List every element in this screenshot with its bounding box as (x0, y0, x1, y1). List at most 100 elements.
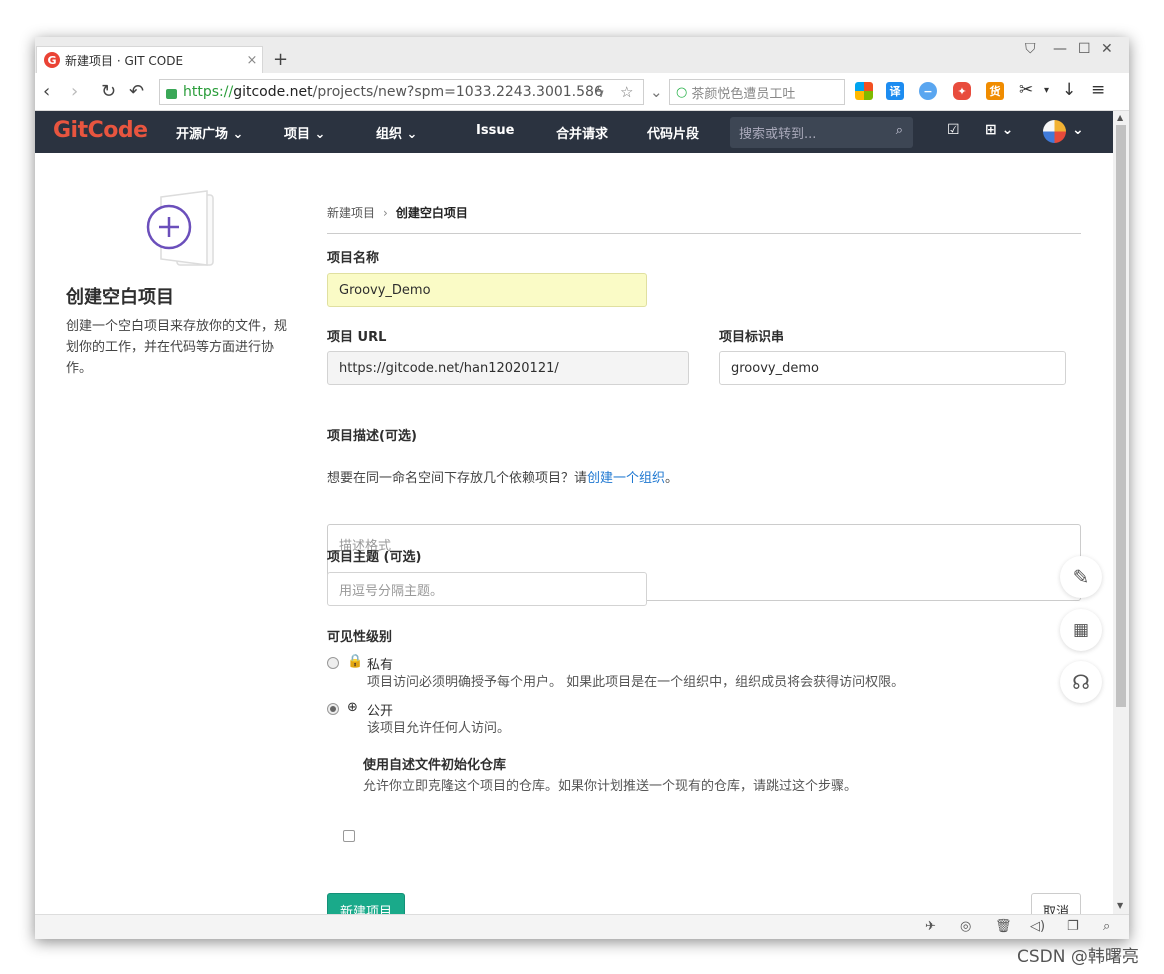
gitcode-favicon-icon: G (44, 52, 60, 68)
trash-icon[interactable]: 🗑 (995, 919, 1012, 934)
nav-merge-requests[interactable]: 合并请求 (556, 123, 608, 142)
address-bar: ‹ › ↻ ↶ https://gitcode.net/projects/new… (35, 73, 1129, 111)
private-radio[interactable] (327, 657, 339, 669)
sidebar-description: 创建一个空白项目来存放你的文件，规划你的工作，并在代码等方面进行协作。 (66, 319, 288, 376)
nav-explore[interactable]: 开源广场 ⌄ (176, 123, 243, 142)
download-icon[interactable]: ↓ (1062, 80, 1076, 100)
todo-icon[interactable]: ☑ (947, 122, 960, 138)
description-label: 项目描述(可选) (327, 429, 417, 444)
project-name-input[interactable]: Groovy_Demo (327, 273, 647, 307)
adblock-icon[interactable]: − (919, 82, 937, 100)
namespace-help: 想要在同一命名空间下存放几个依赖项目？请创建一个组织。 (327, 467, 678, 486)
secure-lock-icon (166, 89, 177, 99)
apps-grid-icon[interactable] (855, 82, 873, 100)
tab-close-icon[interactable]: × (242, 53, 262, 68)
project-name-label: 项目名称 (327, 251, 380, 266)
project-url-input[interactable]: https://gitcode.net/han12020121/ (327, 351, 689, 385)
qrcode-icon[interactable]: ▦ (1060, 609, 1102, 651)
namespace-help-suffix: 。 (665, 471, 679, 486)
public-radio[interactable] (327, 703, 339, 715)
project-slug-label: 项目标识串 (719, 330, 785, 345)
browser-window: G 新建项目 · GIT CODE × + ⛉ — ☐ ✕ ‹ › ↻ ↶ ht… (35, 37, 1129, 939)
lock-icon: 🔒 (347, 654, 364, 669)
speed-icon[interactable]: ◎ (960, 919, 971, 934)
goods-icon[interactable]: 货 (986, 82, 1004, 100)
avatar-chevron-icon[interactable]: ⌄ (1072, 122, 1084, 138)
url-field[interactable]: https://gitcode.net/projects/new?spm=103… (159, 79, 644, 105)
watermark: CSDN @韩曙亮 (1017, 947, 1139, 967)
globe-icon: ⊕ (347, 700, 358, 715)
pin-icon[interactable]: ✈ (925, 919, 936, 934)
zoom-icon[interactable]: ⌕ (1103, 919, 1110, 934)
nav-snippets[interactable]: 代码片段 (647, 123, 699, 142)
translate-icon[interactable]: 译 (886, 82, 904, 100)
skin-icon[interactable]: ⛉ (1025, 41, 1036, 57)
divider (327, 233, 1081, 234)
nav-projects[interactable]: 项目 ⌄ (284, 123, 325, 142)
url-path: /projects/new?spm=1033.2243.3001.586 (312, 84, 603, 100)
create-group-link[interactable]: 创建一个组织 (587, 471, 665, 486)
status-bar: ✈ ◎ 🗑 ◁) ❐ ⌕ (35, 914, 1129, 939)
nav-groups[interactable]: 组织 ⌄ (376, 123, 417, 142)
visibility-label: 可见性级别 (327, 630, 393, 645)
tab-strip: G 新建项目 · GIT CODE × + ⛉ — ☐ ✕ (35, 37, 1129, 73)
readme-label[interactable]: 使用自述文件初始化仓库 (363, 754, 506, 773)
tab-title: 新建项目 · GIT CODE (65, 53, 184, 68)
sidebar-title: 创建空白项目 (66, 287, 174, 308)
nav-search-placeholder: 搜索或转到... (739, 127, 817, 142)
search-placeholder: 茶颜悦色遭员工吐 (691, 86, 796, 102)
url-scheme: https:// (183, 84, 234, 100)
readme-checkbox[interactable] (343, 830, 355, 842)
cut-icon[interactable]: ✂ (1019, 80, 1033, 100)
private-description: 项目访问必须明确授予每个用户。 如果此项目是在一个组织中，组织成员将会获得访问权… (367, 675, 905, 690)
breadcrumb-parent[interactable]: 新建项目 (327, 206, 375, 220)
search-icon: ⌕ (895, 123, 903, 138)
scroll-down-icon[interactable]: ▼ (1117, 901, 1123, 910)
undo-close-icon[interactable]: ↶ (129, 81, 144, 102)
reload-icon[interactable]: ↻ (101, 81, 116, 102)
page-scrollbar[interactable]: ▲ ▼ (1113, 111, 1129, 914)
top-navigation: GitCode 开源广场 ⌄ 项目 ⌄ 组织 ⌄ Issue 合并请求 代码片段… (35, 111, 1113, 153)
feedback-icon[interactable]: ✎ (1060, 556, 1102, 598)
breadcrumb: 新建项目 › 创建空白项目 (327, 204, 468, 221)
new-menu-plus-icon[interactable]: ⊞ ⌄ (985, 122, 1013, 138)
project-slug-input[interactable]: groovy_demo (719, 351, 1066, 385)
url-host: gitcode.net (233, 84, 313, 100)
namespace-help-text: 想要在同一命名空间下存放几个依赖项目？请 (327, 471, 588, 486)
scroll-up-icon[interactable]: ▲ (1117, 113, 1123, 122)
avatar[interactable] (1043, 120, 1066, 143)
gitcode-logo[interactable]: GitCode (53, 118, 148, 143)
cut-menu-chevron-icon[interactable]: ▾ (1044, 85, 1049, 96)
maximize-icon[interactable]: ☐ (1078, 41, 1091, 57)
breadcrumb-separator: › (383, 206, 388, 220)
volume-icon[interactable]: ◁) (1030, 919, 1045, 934)
game-icon[interactable]: ✦ (953, 82, 971, 100)
browser-tab[interactable]: G 新建项目 · GIT CODE × (36, 46, 263, 73)
page-content: GitCode 开源广场 ⌄ 项目 ⌄ 组织 ⌄ Issue 合并请求 代码片段… (35, 111, 1113, 914)
cancel-button[interactable]: 取消 (1031, 893, 1081, 914)
breadcrumb-current: 创建空白项目 (395, 206, 468, 220)
readme-description: 允许你立即克隆这个项目的仓库。如果你计划推送一个现有的仓库，请跳过这个步骤。 (363, 779, 858, 794)
dropdown-chevron-icon[interactable]: ⌄ (650, 83, 663, 101)
minimize-icon[interactable]: — (1053, 41, 1067, 57)
window-icon[interactable]: ❐ (1067, 919, 1079, 934)
lightning-icon[interactable]: ϟ (595, 83, 605, 101)
public-description: 该项目允许任何人访问。 (367, 721, 511, 736)
nav-issues[interactable]: Issue (476, 123, 514, 138)
menu-icon[interactable]: ≡ (1091, 80, 1105, 100)
create-project-button[interactable]: 新建项目 (327, 893, 405, 914)
new-tab-button[interactable]: + (273, 49, 288, 70)
close-window-icon[interactable]: ✕ (1101, 41, 1113, 57)
nav-search-input[interactable]: 搜索或转到... ⌕ (730, 117, 913, 148)
project-url-label: 项目 URL (327, 330, 387, 345)
search-engine-icon: ○ (676, 84, 688, 100)
topics-label: 项目主题 (可选) (327, 550, 422, 565)
new-project-icon (146, 190, 214, 266)
topics-input[interactable]: 用逗号分隔主题。 (327, 572, 647, 606)
scrollbar-thumb[interactable] (1116, 125, 1126, 707)
support-icon[interactable]: ☊ (1060, 661, 1102, 703)
back-icon[interactable]: ‹ (43, 81, 50, 102)
bookmark-star-icon[interactable]: ☆ (620, 83, 633, 101)
forward-icon[interactable]: › (71, 81, 78, 102)
browser-search-input[interactable]: ○ 茶颜悦色遭员工吐 (669, 79, 845, 105)
